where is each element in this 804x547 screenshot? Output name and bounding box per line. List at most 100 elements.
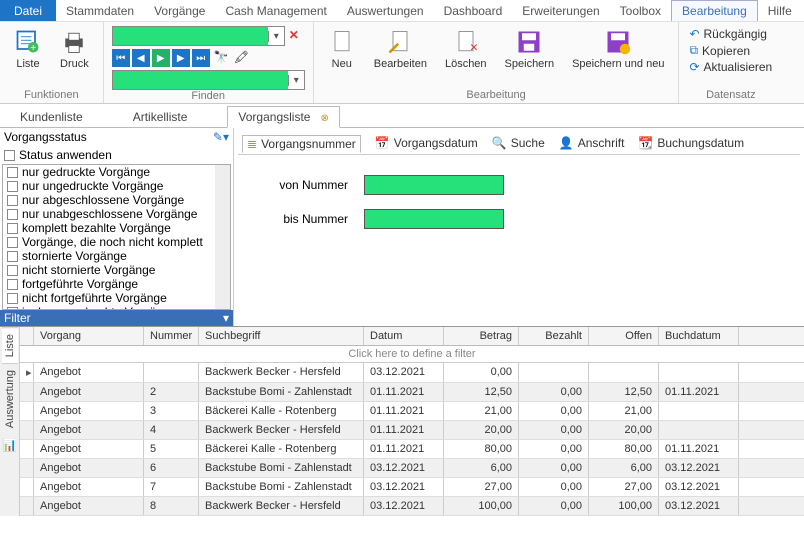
checkbox[interactable] bbox=[7, 251, 18, 262]
status-item[interactable]: nur ungedruckte Vorgänge bbox=[3, 179, 230, 193]
nav-next-icon[interactable]: ▶ bbox=[172, 49, 190, 67]
cell-nummer: 5 bbox=[144, 440, 199, 458]
table-row[interactable]: ▸AngebotBackwerk Becker - Hersfeld03.12.… bbox=[20, 363, 804, 383]
checkbox[interactable] bbox=[7, 195, 18, 206]
status-anwenden-checkbox[interactable] bbox=[4, 150, 15, 161]
speichern-button[interactable]: Speichern bbox=[499, 26, 561, 72]
loeschen-button[interactable]: ✕ Löschen bbox=[439, 26, 493, 72]
checkbox[interactable] bbox=[7, 279, 18, 290]
checkbox[interactable] bbox=[7, 265, 18, 276]
menu-datei[interactable]: Datei bbox=[0, 0, 56, 21]
filter-bar[interactable]: Filter▾ bbox=[0, 310, 233, 326]
menu-dashboard[interactable]: Dashboard bbox=[434, 1, 513, 21]
cell-suchbegriff: Backwerk Becker - Hersfeld bbox=[199, 497, 364, 515]
highlight-icon[interactable]: 🖍 bbox=[234, 50, 250, 66]
subtab-anschrift[interactable]: 👤Anschrift bbox=[559, 136, 625, 150]
checkbox[interactable] bbox=[7, 181, 18, 192]
aktualisieren-button[interactable]: ⟳Aktualisieren bbox=[687, 59, 774, 75]
speichern-neu-button[interactable]: Speichern und neu bbox=[566, 26, 670, 72]
col-buchdatum[interactable]: Buchdatum bbox=[659, 327, 739, 345]
von-nummer-input[interactable] bbox=[364, 175, 504, 195]
cell-nummer: 4 bbox=[144, 421, 199, 439]
status-item[interactable]: komplett bezahlte Vorgänge bbox=[3, 221, 230, 235]
status-item[interactable]: Vorgänge, die noch nicht komplett bbox=[3, 235, 230, 249]
finden-combo-bottom[interactable]: ▾ bbox=[112, 70, 305, 90]
col-nummer[interactable]: Nummer bbox=[144, 327, 199, 345]
table-row[interactable]: Angebot5Bäckerei Kalle - Rotenberg01.11.… bbox=[20, 440, 804, 459]
grid-filter-row[interactable]: Click here to define a filter bbox=[20, 346, 804, 363]
neu-button[interactable]: Neu bbox=[322, 26, 362, 72]
finden-combo-top[interactable]: ▾ bbox=[112, 26, 285, 46]
menu-hilfe[interactable]: Hilfe bbox=[758, 1, 802, 21]
status-item[interactable]: nicht fortgeführte Vorgänge bbox=[3, 291, 230, 305]
table-row[interactable]: Angebot6Backstube Bomi - Zahlenstadt03.1… bbox=[20, 459, 804, 478]
cell-nummer: 3 bbox=[144, 402, 199, 420]
cell-datum: 03.12.2021 bbox=[364, 363, 444, 382]
subtab-buchungsdatum[interactable]: 📆Buchungsdatum bbox=[638, 136, 744, 150]
nav-prev-icon[interactable]: ◀ bbox=[132, 49, 150, 67]
subtab-label: Suche bbox=[511, 136, 545, 150]
cell-betrag: 80,00 bbox=[444, 440, 519, 458]
subtab-vorgangsdatum[interactable]: 📅Vorgangsdatum bbox=[375, 136, 478, 150]
bis-nummer-input[interactable] bbox=[364, 209, 504, 229]
status-item[interactable]: nicht stornierte Vorgänge bbox=[3, 263, 230, 277]
chart-icon[interactable]: 📊 bbox=[2, 438, 17, 452]
checkbox[interactable] bbox=[7, 209, 18, 220]
table-row[interactable]: Angebot7Backstube Bomi - Zahlenstadt03.1… bbox=[20, 478, 804, 497]
checkbox[interactable] bbox=[7, 223, 18, 234]
cell-bezahlt: 0,00 bbox=[519, 402, 589, 420]
checkbox[interactable] bbox=[7, 307, 18, 311]
menu-cash[interactable]: Cash Management bbox=[215, 1, 336, 21]
status-item[interactable]: nur abgeschlossene Vorgänge bbox=[3, 193, 230, 207]
menu-auswertungen[interactable]: Auswertungen bbox=[337, 1, 434, 21]
menu-stammdaten[interactable]: Stammdaten bbox=[56, 1, 144, 21]
sidetab-auswertung[interactable]: Auswertung bbox=[2, 363, 18, 434]
nav-first-icon[interactable]: ⏮ bbox=[112, 49, 130, 67]
menu-vorgaenge[interactable]: Vorgänge bbox=[144, 1, 215, 21]
close-icon[interactable]: ⊗ bbox=[320, 113, 328, 124]
cell-datum: 03.12.2021 bbox=[364, 478, 444, 496]
nav-play-icon[interactable]: ▶ bbox=[152, 49, 170, 67]
row-pointer: ▸ bbox=[20, 363, 34, 382]
subtab-label: Vorgangsdatum bbox=[394, 136, 478, 150]
col-suchbegriff[interactable]: Suchbegriff bbox=[199, 327, 364, 345]
menu-toolbox[interactable]: Toolbox bbox=[610, 1, 671, 21]
nav-last-icon[interactable]: ⏭ bbox=[192, 49, 210, 67]
menu-bearbeitung[interactable]: Bearbeitung bbox=[671, 0, 758, 21]
menu-erweiterungen[interactable]: Erweiterungen bbox=[512, 1, 609, 21]
subtab-suche[interactable]: 🔍Suche bbox=[492, 136, 545, 150]
table-row[interactable]: Angebot8Backwerk Becker - Hersfeld03.12.… bbox=[20, 497, 804, 516]
druck-button[interactable]: Druck bbox=[54, 26, 95, 72]
scrollbar[interactable] bbox=[215, 165, 230, 309]
subtab-vorgangsnummer[interactable]: ≣Vorgangsnummer bbox=[242, 135, 361, 153]
table-row[interactable]: Angebot3Bäckerei Kalle - Rotenberg01.11.… bbox=[20, 402, 804, 421]
status-item[interactable]: nur gedruckte Vorgänge bbox=[3, 165, 230, 179]
checkbox[interactable] bbox=[7, 237, 18, 248]
grid-area: Liste Auswertung 📊 Vorgang Nummer Suchbe… bbox=[0, 326, 804, 516]
table-row[interactable]: Angebot4Backwerk Becker - Hersfeld01.11.… bbox=[20, 421, 804, 440]
rueckgaengig-button[interactable]: ↶Rückgängig bbox=[687, 26, 768, 42]
delete-red-x-icon[interactable]: ✕ bbox=[289, 28, 305, 44]
col-offen[interactable]: Offen bbox=[589, 327, 659, 345]
checkbox[interactable] bbox=[7, 167, 18, 178]
col-betrag[interactable]: Betrag bbox=[444, 327, 519, 345]
binoculars-icon[interactable]: 🔭 bbox=[214, 50, 230, 66]
checkbox[interactable] bbox=[7, 293, 18, 304]
kopieren-button[interactable]: ⧉Kopieren bbox=[687, 42, 752, 59]
tab-kundenliste[interactable]: Kundenliste bbox=[10, 107, 93, 127]
cell-vorgang: Angebot bbox=[34, 421, 144, 439]
status-item[interactable]: im Lager gebuchte Vorgänge bbox=[3, 305, 230, 310]
col-vorgang[interactable]: Vorgang bbox=[34, 327, 144, 345]
status-item[interactable]: stornierte Vorgänge bbox=[3, 249, 230, 263]
col-datum[interactable]: Datum bbox=[364, 327, 444, 345]
status-item[interactable]: nur unabgeschlossene Vorgänge bbox=[3, 207, 230, 221]
col-bezahlt[interactable]: Bezahlt bbox=[519, 327, 589, 345]
status-item[interactable]: fortgeführte Vorgänge bbox=[3, 277, 230, 291]
tab-artikelliste[interactable]: Artikelliste bbox=[123, 107, 198, 127]
liste-button[interactable]: + Liste bbox=[8, 26, 48, 72]
tab-vorgangsliste[interactable]: Vorgangsliste⊗ bbox=[227, 106, 339, 128]
sidetab-liste[interactable]: Liste bbox=[2, 327, 18, 363]
edit-dropdown-icon[interactable]: ✎▾ bbox=[213, 130, 229, 144]
table-row[interactable]: Angebot2Backstube Bomi - Zahlenstadt01.1… bbox=[20, 383, 804, 402]
bearbeiten-button[interactable]: Bearbeiten bbox=[368, 26, 433, 72]
